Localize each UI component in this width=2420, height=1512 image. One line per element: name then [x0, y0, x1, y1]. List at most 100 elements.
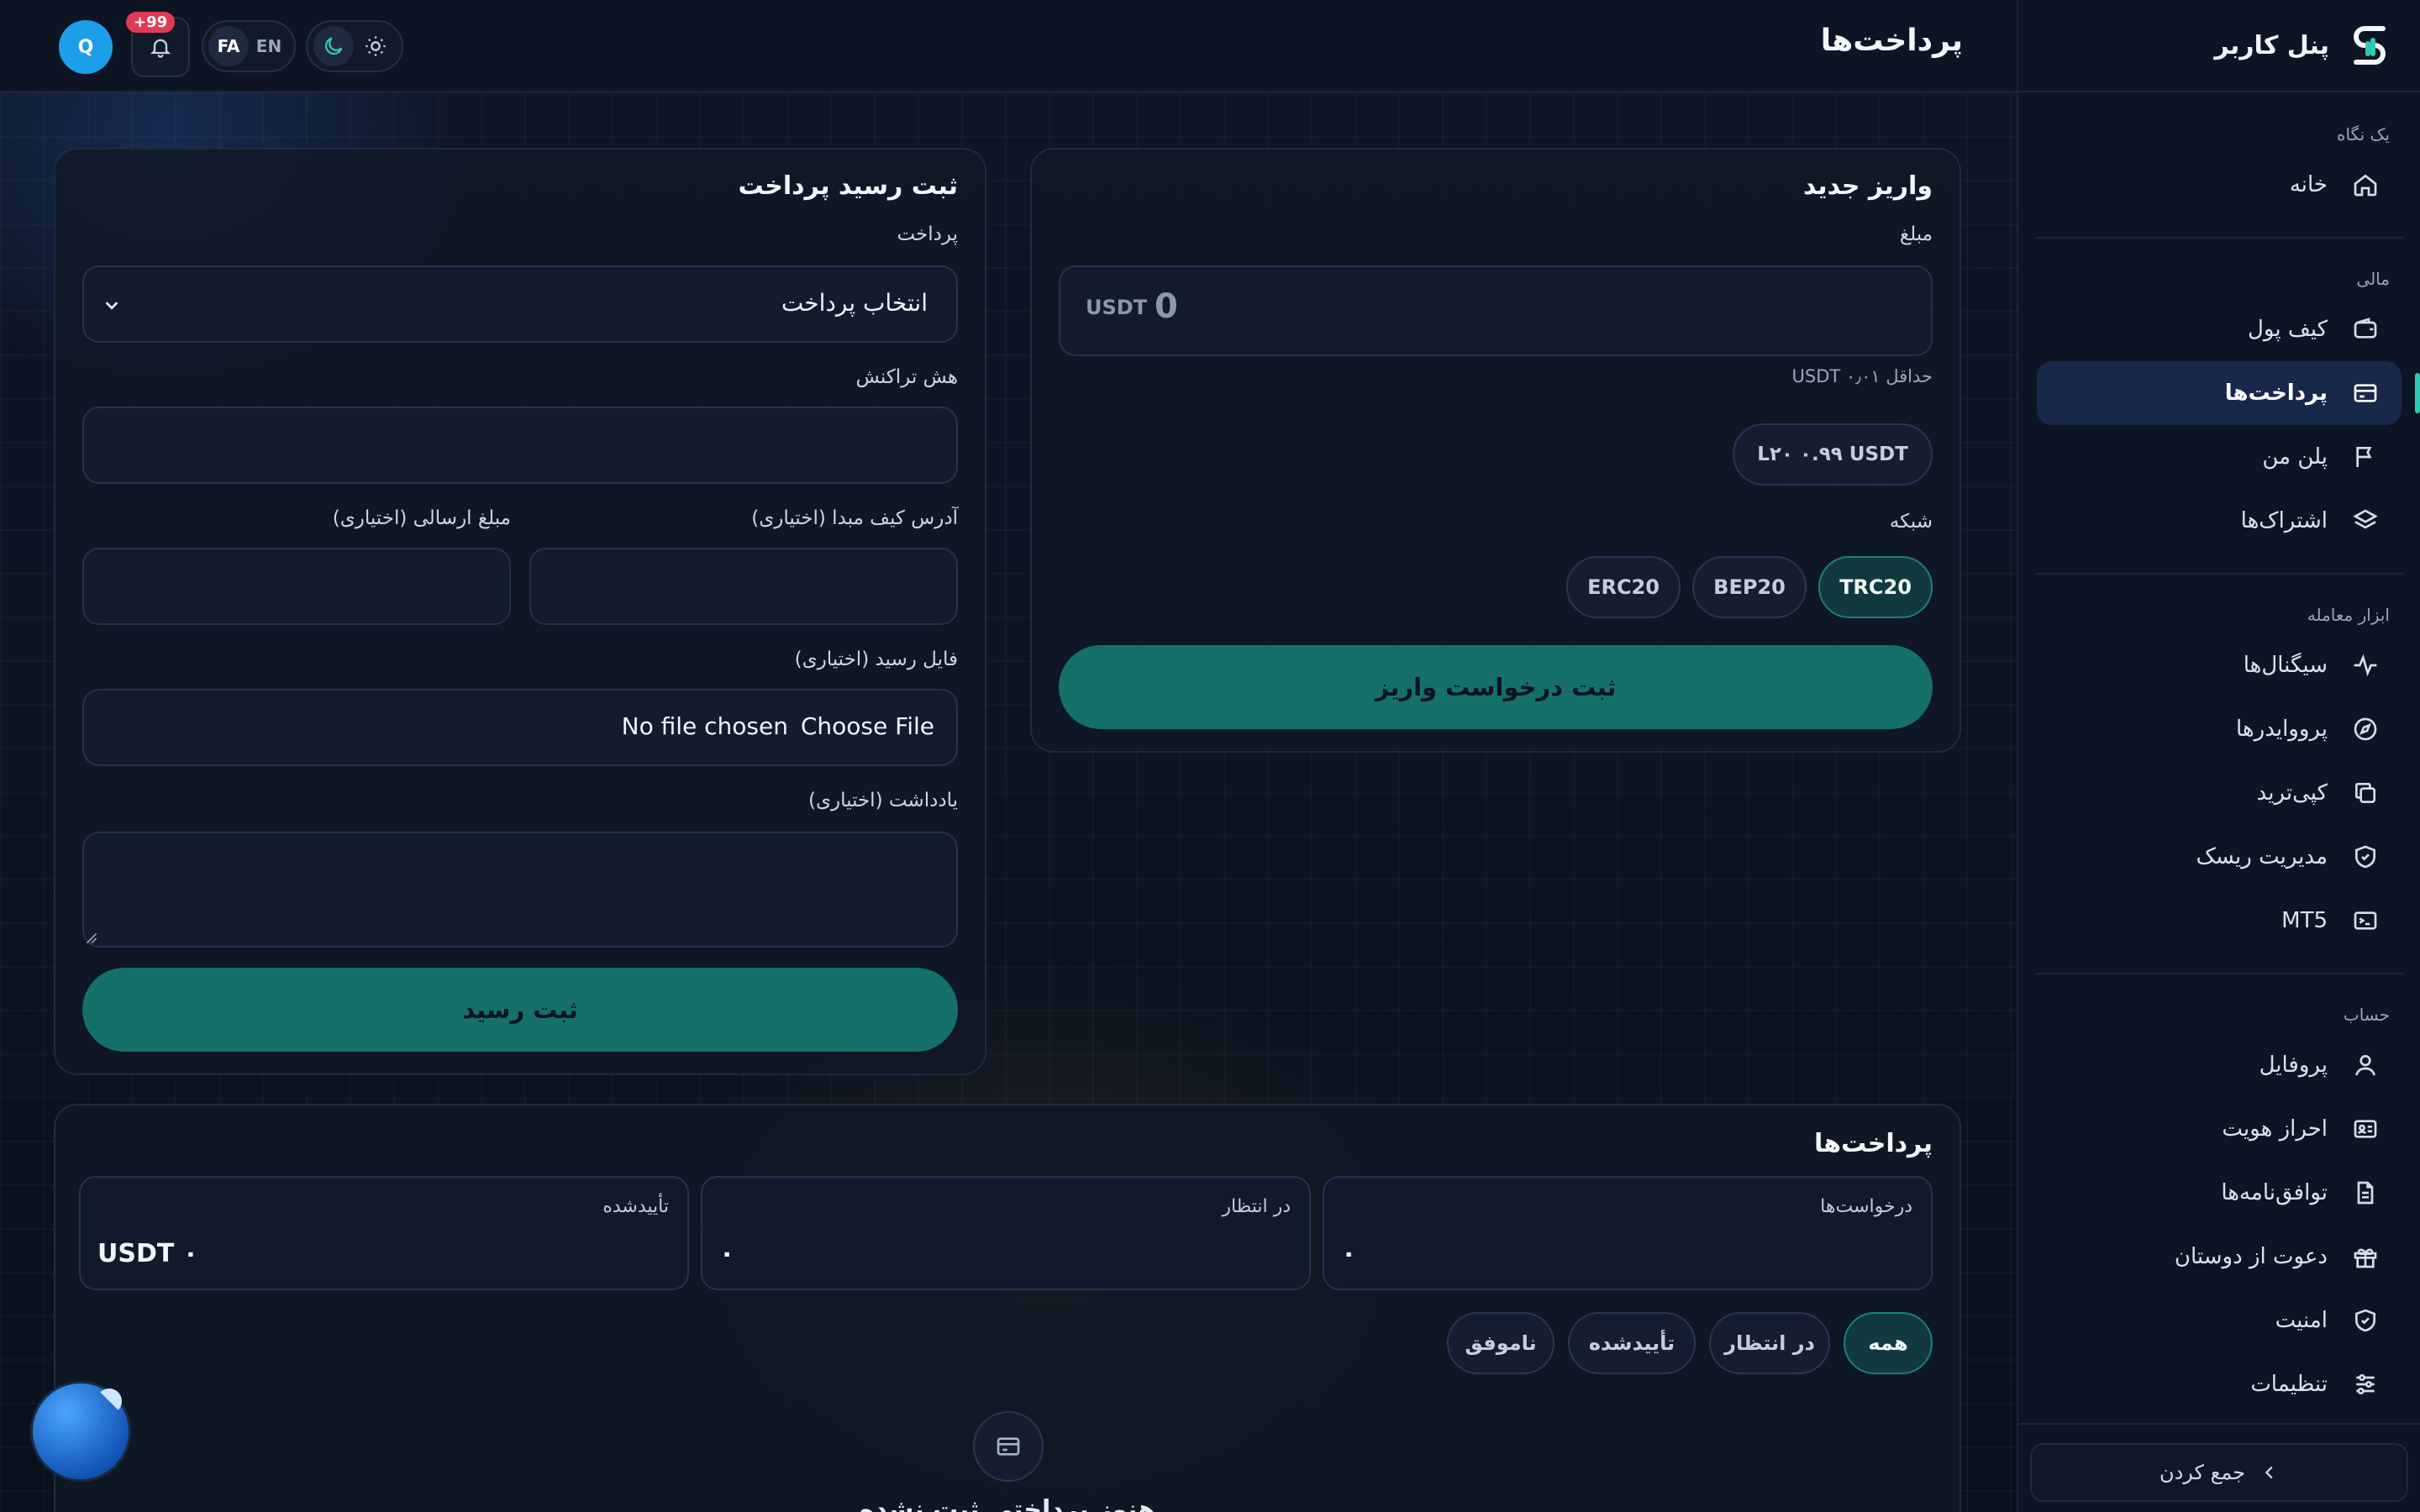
bell-icon: [150, 39, 171, 58]
avatar[interactable]: Q: [59, 20, 113, 74]
wallet-icon: [2351, 315, 2380, 344]
compass-icon: [2351, 715, 2380, 743]
filter-all[interactable]: همه: [1844, 1312, 1933, 1374]
sidebar-item-label: تنظیمات: [2250, 1372, 2328, 1397]
sidebar-item-copytrade[interactable]: کپی‌ترید: [2037, 761, 2402, 825]
shield-check-icon: [2351, 843, 2380, 871]
sidebar-item-my-plan[interactable]: پلن من: [2037, 425, 2402, 489]
brand-name: پنل کاربر: [2214, 30, 2329, 60]
document-icon: [2351, 1179, 2380, 1207]
stat-requests: درخواست‌ها ۰: [1323, 1176, 1933, 1290]
choose-file-button[interactable]: Choose File: [801, 712, 934, 740]
nav-section-account: حساب: [2343, 1005, 2390, 1025]
resize-handle-icon[interactable]: [86, 932, 97, 944]
sidebar-item-label: امنیت: [2275, 1308, 2328, 1333]
sidebar-item-settings[interactable]: تنظیمات: [2037, 1352, 2402, 1416]
filter-failed[interactable]: ناموفق: [1447, 1312, 1555, 1374]
sliders-icon: [2351, 1370, 2380, 1399]
receipt-title: ثبت رسید پرداخت: [738, 171, 959, 201]
sidebar-item-label: کپی‌ترید: [2256, 780, 2328, 806]
payment-select-value: انتخاب پرداخت: [781, 289, 928, 317]
filter-pending[interactable]: در انتظار: [1709, 1312, 1830, 1374]
dark-mode-option[interactable]: [313, 26, 354, 66]
empty-state-text: هنوز پرداختی ثبت نشده: [859, 1495, 1156, 1512]
sidebar-item-label: احراز هویت: [2222, 1116, 2328, 1142]
sidebar-item-label: دعوت از دوستان: [2174, 1244, 2328, 1269]
sidebar-item-security[interactable]: امنیت: [2037, 1289, 2402, 1352]
receipt-file-input[interactable]: No file chosen Choose File: [82, 689, 958, 766]
deposit-title: واریز جدید: [1802, 171, 1933, 201]
stat-label: در انتظار: [1222, 1196, 1291, 1217]
stat-pending: در انتظار ۰: [701, 1176, 1311, 1290]
network-trc20[interactable]: TRC20: [1818, 556, 1933, 618]
sidebar-item-label: سیگنال‌ها: [2243, 653, 2328, 678]
lang-en-option[interactable]: EN: [249, 26, 289, 66]
stat-value: ۰: [1341, 1239, 1357, 1268]
min-amount-hint: حداقل USDT ۰٫۰۱: [1791, 366, 1933, 386]
light-mode-option[interactable]: [355, 26, 396, 66]
network-bep20[interactable]: BEP20: [1692, 556, 1807, 618]
fab-corner-icon: [97, 1389, 122, 1414]
nav-divider: [2035, 973, 2403, 974]
sidebar-item-label: پلن من: [2262, 444, 2328, 470]
source-wallet-input[interactable]: [529, 548, 958, 625]
lang-fa-option[interactable]: FA: [208, 26, 249, 66]
credit-card-icon: [2351, 379, 2380, 407]
theme-toggle[interactable]: [306, 20, 403, 72]
amount-currency: USDT: [1086, 296, 1148, 319]
empty-state-icon: [973, 1411, 1044, 1482]
nav-divider: [2035, 237, 2403, 239]
sidebar-item-signals[interactable]: سیگنال‌ها: [2037, 633, 2402, 697]
sidebar-item-mt5[interactable]: MT5: [2037, 889, 2402, 953]
collapse-sidebar-button[interactable]: جمع کردن: [2030, 1443, 2408, 1502]
sidebar-item-home[interactable]: خانه: [2037, 153, 2402, 217]
sidebar-item-kyc[interactable]: احراز هویت: [2037, 1097, 2402, 1161]
sent-amount-input[interactable]: [82, 548, 511, 625]
filter-confirmed[interactable]: تأییدشده: [1568, 1312, 1696, 1374]
sidebar-item-label: پرداخت‌ها: [2224, 381, 2328, 406]
id-card-icon: [2351, 1115, 2380, 1143]
sidebar-item-label: اشتراک‌ها: [2240, 508, 2328, 533]
sidebar-item-label: پرووایدرها: [2236, 717, 2328, 742]
note-label: یادداشت (اختیاری): [808, 790, 958, 811]
network-erc20[interactable]: ERC20: [1566, 556, 1681, 618]
sidebar-item-risk[interactable]: مدیریت ریسک: [2037, 825, 2402, 889]
sidebar: پنل کاربر یک نگاه خانه مالی کیف پول پردا…: [2017, 0, 2420, 1512]
sidebar-item-label: پروفایل: [2259, 1053, 2328, 1078]
amount-value: 0: [1155, 287, 1178, 326]
fee-chip: L۲۰ ۰.۹۹ USDT: [1733, 423, 1933, 486]
floating-assistant-button[interactable]: [30, 1381, 131, 1482]
receipt-file-label: فایل رسید (اختیاری): [794, 648, 958, 670]
sidebar-item-label: خانه: [2289, 172, 2328, 197]
nav-section-tools: ابزار معامله: [2307, 605, 2390, 625]
language-toggle[interactable]: FA EN: [202, 20, 296, 72]
tx-hash-label: هش تراکنش: [855, 366, 958, 388]
amount-input[interactable]: 0 USDT: [1059, 265, 1933, 356]
notifications-button[interactable]: +99: [126, 12, 190, 77]
payment-select[interactable]: انتخاب پرداخت: [82, 265, 958, 343]
source-wallet-label: آدرس کیف مبدا (اختیاری): [751, 507, 958, 529]
payment-label: پرداخت: [897, 223, 958, 245]
top-bar: پرداخت‌ها Q +99 FA EN: [0, 0, 2017, 92]
sidebar-item-wallet[interactable]: کیف پول: [2037, 297, 2402, 361]
submit-receipt-button[interactable]: ثبت رسید: [82, 968, 958, 1052]
sidebar-item-providers[interactable]: پرووایدرها: [2037, 697, 2402, 761]
nav-divider: [2018, 1423, 2420, 1425]
sidebar-item-label: MT5: [2281, 908, 2328, 933]
nav-section-finance: مالی: [2356, 269, 2390, 289]
sidebar-item-payments[interactable]: پرداخت‌ها: [2037, 361, 2420, 425]
network-label: شبکه: [1889, 511, 1933, 533]
sidebar-item-agreements[interactable]: توافق‌نامه‌ها: [2037, 1161, 2402, 1225]
sidebar-item-subscriptions[interactable]: اشتراک‌ها: [2037, 489, 2402, 553]
note-textarea[interactable]: [82, 832, 958, 948]
tx-hash-input[interactable]: [82, 407, 958, 484]
gift-icon: [2351, 1242, 2380, 1271]
stat-label: تأییدشده: [602, 1196, 669, 1217]
terminal-icon: [2351, 906, 2380, 935]
flag-icon: [2351, 443, 2380, 471]
sidebar-item-invite[interactable]: دعوت از دوستان: [2037, 1225, 2402, 1289]
layers-icon: [2351, 507, 2380, 535]
sidebar-item-profile[interactable]: پروفایل: [2037, 1033, 2402, 1097]
submit-deposit-button[interactable]: ثبت درخواست واریز: [1059, 645, 1933, 729]
nav-section-overview: یک نگاه: [2336, 124, 2390, 144]
